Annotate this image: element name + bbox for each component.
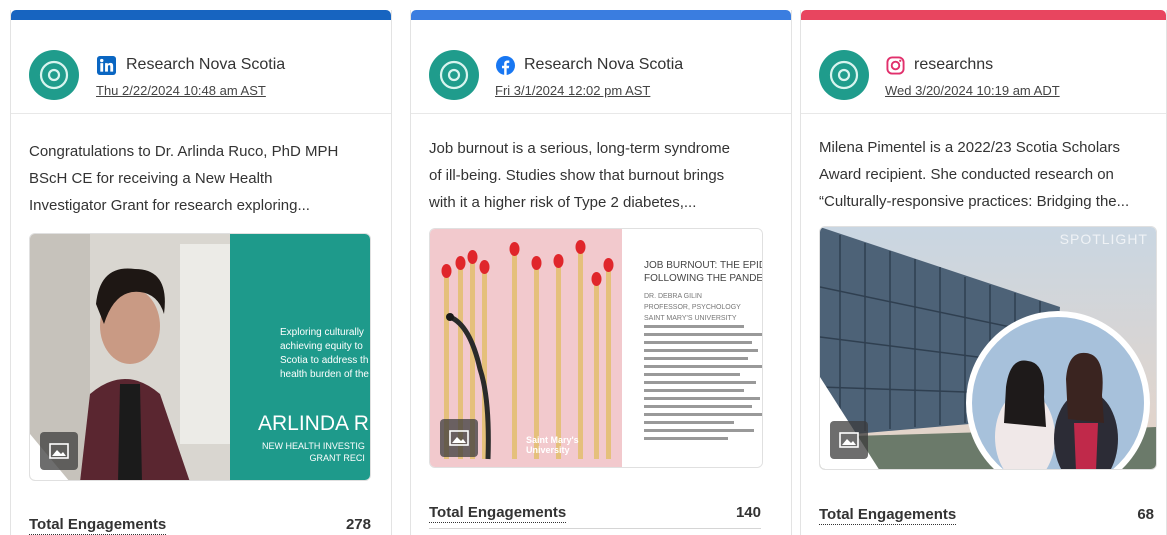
bottom-divider [429,528,761,529]
post-timestamp-link[interactable]: Fri 3/1/2024 12:02 pm AST [495,83,650,98]
image-type-icon [440,419,478,457]
instagram-icon [886,56,905,75]
spotlight-overlay-text: SPOTLIGHT [1059,231,1148,247]
card-header: Research Nova Scotia Fri 3/1/2024 12:02 … [411,20,791,114]
total-engagements-label[interactable]: Total Engagements [429,504,567,523]
post-text: Congratulations to Dr. Arlinda Ruco, PhD… [29,143,339,214]
total-engagements-value: 140 [735,504,761,521]
total-engagements-label[interactable]: Total Engagements [819,506,957,525]
post-text: Milena Pimentel is a 2022/23 Scotia Scho… [819,139,1130,210]
post-image[interactable]: SPOTLIGHT [819,226,1157,470]
avatar[interactable] [429,50,479,100]
post-card-linkedin[interactable]: Research Nova Scotia Thu 2/22/2024 10:48… [10,10,392,535]
facebook-icon [496,56,515,75]
card-header: Research Nova Scotia Thu 2/22/2024 10:48… [11,20,391,114]
university-logo: Saint Mary's University [526,435,579,455]
post-timestamp-link[interactable]: Thu 2/22/2024 10:48 am AST [96,83,266,98]
total-engagements-label[interactable]: Total Engagements [29,516,167,535]
post-image[interactable]: Exploring culturally achieving equity to… [29,233,371,481]
card-header: researchns Wed 3/20/2024 10:19 am ADT [801,20,1166,114]
image-subtitle: NEW HEALTH INVESTIG GRANT RECI [262,441,365,463]
avatar[interactable] [819,50,869,100]
post-text: Job burnout is a serious, long-term synd… [429,140,730,211]
post-image[interactable]: JOB BURNOUT: THE EPID FOLLOWING THE PAND… [429,228,763,468]
account-name[interactable]: Research Nova Scotia [524,56,683,74]
post-card-instagram[interactable]: researchns Wed 3/20/2024 10:19 am ADT Mi… [800,10,1167,535]
image-type-icon [830,421,868,459]
total-engagements-value: 68 [1137,506,1154,523]
total-engagements-value: 278 [345,516,371,533]
network-color-bar [411,10,791,20]
image-headline: JOB BURNOUT: THE EPID FOLLOWING THE PAND… [644,260,763,284]
post-card-facebook[interactable]: Research Nova Scotia Fri 3/1/2024 12:02 … [410,10,792,535]
account-name[interactable]: Research Nova Scotia [126,56,285,74]
image-caption-lines: Exploring culturally achieving equity to… [280,327,369,380]
image-type-icon [40,432,78,470]
post-timestamp-link[interactable]: Wed 3/20/2024 10:19 am ADT [885,83,1060,98]
account-name[interactable]: researchns [914,56,993,74]
image-name-text: ARLINDA RU [258,412,370,435]
network-color-bar [11,10,391,20]
avatar[interactable] [29,50,79,100]
linkedin-icon [97,56,116,75]
network-color-bar [801,10,1166,20]
image-author: DR. DEBRA GILIN PROFESSOR, PSYCHOLOGY SA… [644,293,741,322]
